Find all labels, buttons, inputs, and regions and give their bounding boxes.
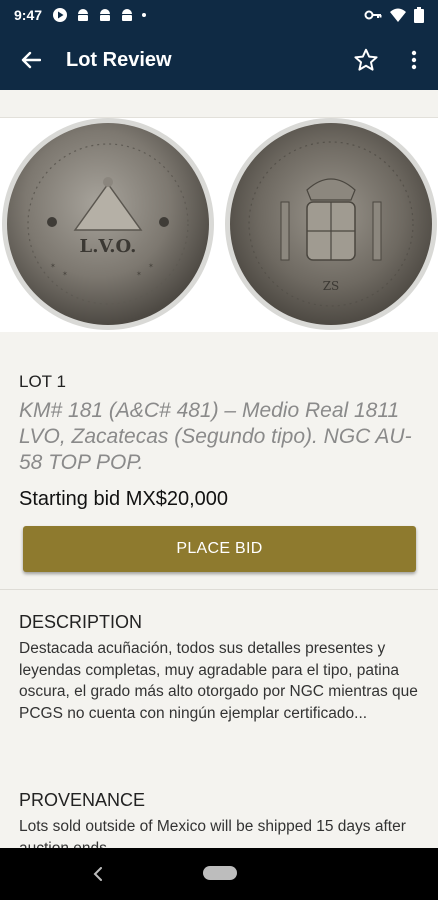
page-title: Lot Review (66, 48, 172, 71)
system-icons (364, 7, 424, 23)
star-outline-icon (354, 48, 378, 71)
favorite-button[interactable] (342, 30, 390, 90)
system-navigation-bar (0, 848, 438, 900)
overflow-menu-button[interactable] (390, 30, 438, 90)
app-bar: Lot Review (0, 30, 438, 90)
svg-text:✶: ✶ (148, 262, 154, 270)
wifi-icon (390, 8, 406, 22)
description-heading: DESCRIPTION (19, 612, 143, 632)
svg-text:✶: ✶ (136, 270, 142, 278)
svg-text:✶: ✶ (62, 270, 68, 278)
nav-home-pill[interactable] (203, 866, 237, 880)
provenance-text: Lots sold outside of Mexico will be ship… (19, 818, 406, 850)
svg-text:✶: ✶ (50, 262, 56, 270)
lot-image-gallery[interactable]: L.V.O. ✶ ✶ ✶ ✶ ZS (0, 118, 438, 332)
place-bid-button[interactable]: PLACE BID (23, 526, 416, 572)
app-bar-actions (342, 30, 438, 90)
top-spacer (0, 90, 438, 118)
obverse-inscription: L.V.O. (80, 236, 137, 257)
reverse-inscription: ZS (323, 279, 340, 293)
status-bar: 9:47 (0, 0, 438, 30)
notification-icons (52, 7, 147, 23)
nav-back-button[interactable] (88, 862, 108, 886)
coin-obverse-image[interactable]: L.V.O. ✶ ✶ ✶ ✶ (0, 118, 219, 332)
back-button[interactable] (0, 30, 62, 90)
play-icon (53, 8, 68, 22)
section-divider (0, 589, 438, 590)
lot-number: LOT 1 (19, 372, 66, 391)
more-notifications-dot (142, 13, 147, 17)
status-time: 9:47 (14, 7, 43, 23)
more-vert-icon (411, 50, 417, 70)
android-icon (122, 9, 133, 21)
lot-title: KM# 181 (A&C# 481) – Medio Real 1811 LVO… (19, 399, 412, 474)
provenance-heading: PROVENANCE (19, 790, 146, 810)
chevron-left-icon (93, 867, 102, 881)
description-text: Destacada acuñación, todos sus detalles … (19, 640, 418, 722)
arrow-back-icon (21, 51, 41, 69)
starting-bid: Starting bid MX$20,000 (19, 488, 229, 510)
android-icon (78, 9, 89, 21)
coin-reverse-image[interactable]: ZS (219, 118, 438, 332)
battery-icon (414, 7, 424, 23)
vpn-key-icon (364, 10, 382, 20)
android-icon (100, 9, 111, 21)
